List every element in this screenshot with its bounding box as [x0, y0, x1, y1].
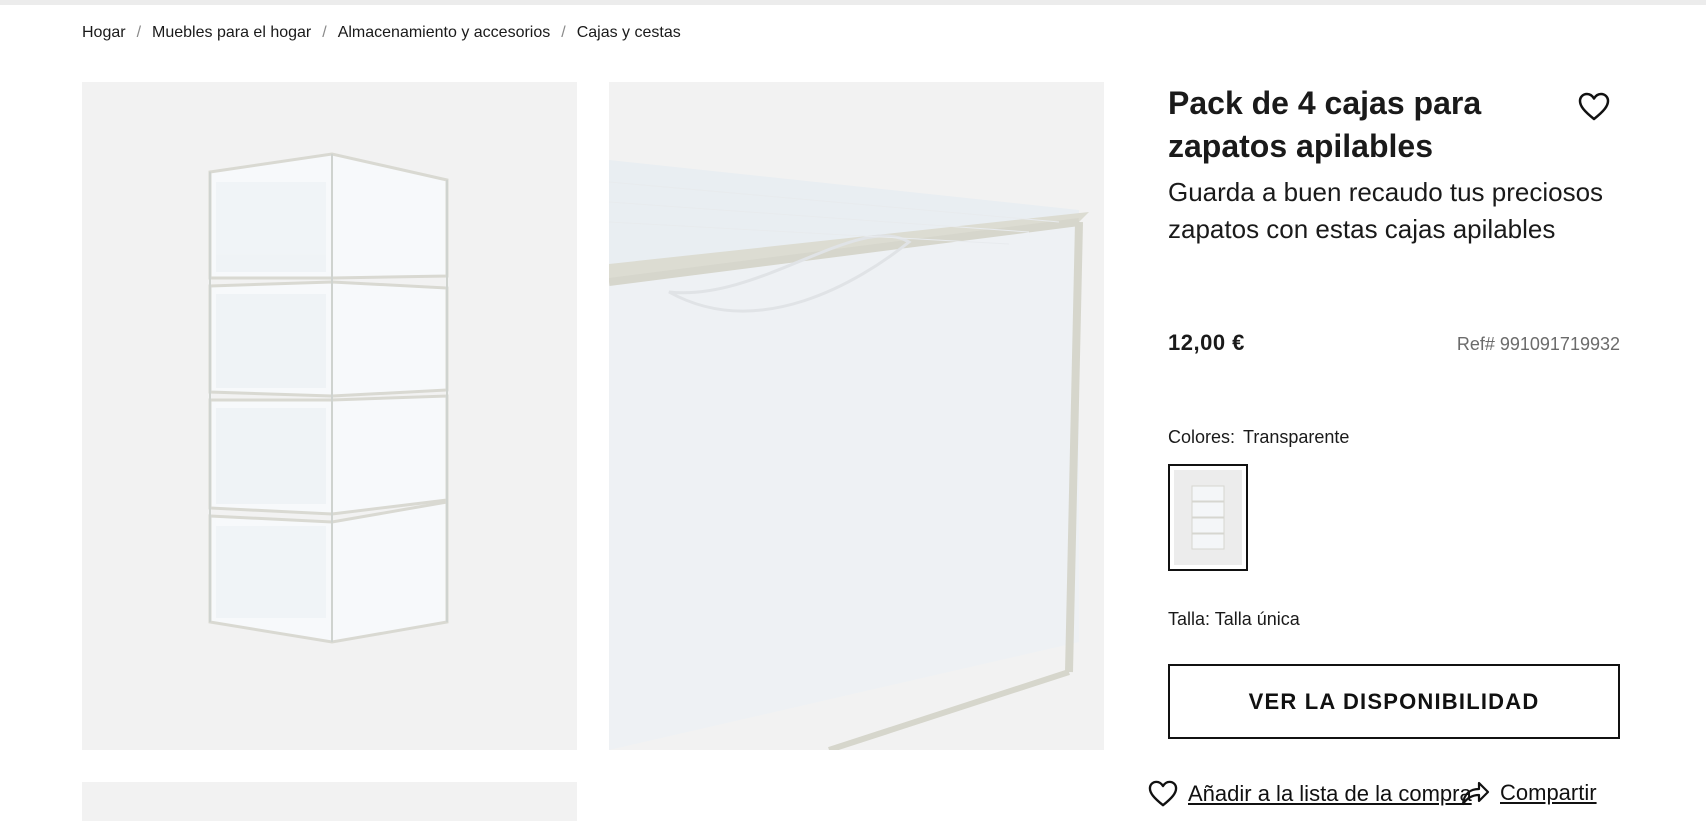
colors-label: Colores: Transparente [1168, 427, 1349, 448]
breadcrumb-item-almacenamiento[interactable]: Almacenamiento y accesorios [338, 24, 551, 42]
colors-label-text: Colores: [1168, 427, 1236, 447]
color-value: Transparente [1243, 427, 1350, 447]
add-to-list-button[interactable]: Añadir a la lista de la compra [1148, 780, 1472, 808]
product-description: Guarda a buen recaudo tus preciosos zapa… [1168, 177, 1604, 244]
product-image-detail[interactable] [609, 82, 1104, 750]
product-image-front[interactable] [82, 82, 577, 750]
breadcrumb-item-cajas[interactable]: Cajas y cestas [577, 24, 681, 42]
product-info: Pack de 4 cajas para zapatos apilables G… [1168, 82, 1620, 739]
price-row: 12,00 € Ref# 991091719932 [1168, 330, 1620, 356]
product-price: 12,00 € [1168, 330, 1245, 355]
product-image-third[interactable] [82, 782, 577, 821]
check-availability-button[interactable]: VER LA DISPONIBILIDAD [1168, 664, 1620, 739]
share-button[interactable]: Compartir [1460, 780, 1597, 806]
breadcrumb-separator: / [561, 24, 566, 41]
breadcrumb-item-muebles[interactable]: Muebles para el hogar [152, 24, 311, 42]
heart-icon [1148, 780, 1178, 807]
product-actions: Añadir a la lista de la compra Compartir [1148, 780, 1628, 816]
breadcrumb-separator: / [322, 24, 327, 41]
color-swatch-transparente[interactable] [1168, 464, 1248, 571]
product-reference: Ref# 991091719932 [1456, 334, 1620, 354]
share-label: Compartir [1500, 780, 1597, 805]
add-to-list-label: Añadir a la lista de la compra [1188, 781, 1472, 806]
breadcrumb: Hogar / Muebles para el hogar / Almacena… [82, 24, 681, 42]
top-bar [0, 0, 1706, 5]
wishlist-button[interactable] [1578, 92, 1610, 122]
product-title: Pack de 4 cajas para zapatos apilables [1168, 85, 1482, 164]
breadcrumb-item-hogar[interactable]: Hogar [82, 24, 126, 42]
heart-icon [1578, 92, 1610, 121]
breadcrumb-separator: / [136, 24, 142, 41]
share-arrow-icon [1461, 781, 1490, 806]
swatch-thumbnail [1174, 470, 1242, 565]
size-label: Talla: Talla única [1168, 609, 1300, 629]
